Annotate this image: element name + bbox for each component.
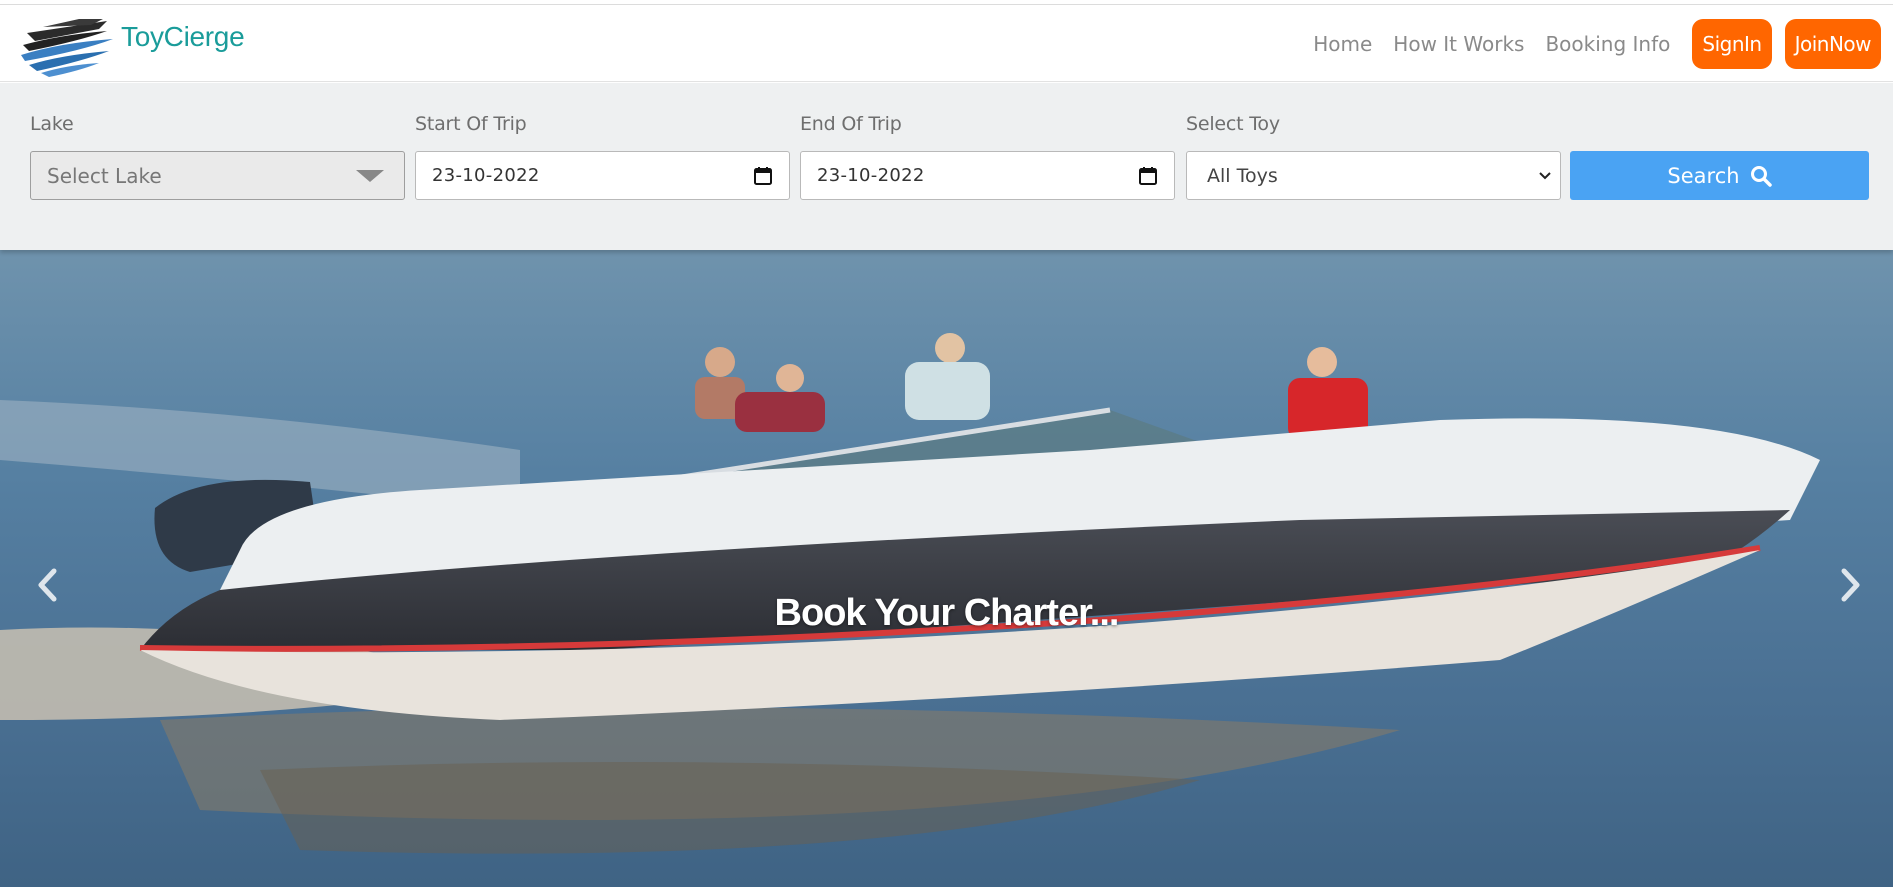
search-panel: Lake Select Lake Start Of Trip 23-10-202…	[0, 83, 1893, 250]
toy-select[interactable]: All Toys	[1186, 151, 1561, 200]
chevron-left-icon	[38, 568, 57, 602]
search-button-label: Search	[1667, 163, 1740, 188]
hero-boat-image	[0, 250, 1893, 887]
hero-caption: Book Your Charter...	[774, 592, 1120, 634]
carousel-prev-button[interactable]	[27, 565, 67, 605]
navbar: ToyCierge Home How It Works Booking Info…	[0, 5, 1893, 82]
calendar-icon[interactable]	[1138, 166, 1158, 186]
search-icon	[1750, 165, 1772, 187]
end-date-input[interactable]: 23-10-2022	[800, 151, 1175, 200]
nav-link-how-it-works[interactable]: How It Works	[1393, 32, 1524, 56]
toy-select-value: All Toys	[1207, 164, 1278, 187]
nav-link-home[interactable]: Home	[1313, 32, 1372, 56]
nav-link-booking-info[interactable]: Booking Info	[1545, 32, 1670, 56]
carousel-next-button[interactable]	[1831, 565, 1871, 605]
end-of-trip-label: End Of Trip	[800, 113, 902, 135]
hero-carousel: Book Your Charter...	[0, 250, 1893, 887]
calendar-icon[interactable]	[753, 166, 773, 186]
search-button[interactable]: Search	[1570, 151, 1869, 200]
signin-button[interactable]: SignIn	[1692, 19, 1772, 69]
boat-logo-icon	[21, 19, 113, 77]
chevron-down-icon	[1539, 172, 1551, 180]
select-toy-label: Select Toy	[1186, 113, 1280, 135]
start-of-trip-label: Start Of Trip	[415, 113, 527, 135]
lake-select-placeholder: Select Lake	[47, 163, 162, 188]
lake-select[interactable]: Select Lake	[30, 151, 405, 200]
chevron-right-icon	[1841, 568, 1860, 602]
start-date-input[interactable]: 23-10-2022	[415, 151, 790, 200]
nav-links: Home How It Works Booking Info SignIn Jo…	[1292, 19, 1881, 69]
brand-name: ToyCierge	[121, 21, 245, 52]
end-date-value: 23-10-2022	[817, 165, 925, 186]
lake-label: Lake	[30, 113, 74, 135]
brand-logo-link[interactable]: ToyCierge	[19, 11, 245, 77]
caret-down-icon	[356, 170, 384, 182]
joinnow-button[interactable]: JoinNow	[1784, 19, 1881, 69]
start-date-value: 23-10-2022	[432, 165, 540, 186]
